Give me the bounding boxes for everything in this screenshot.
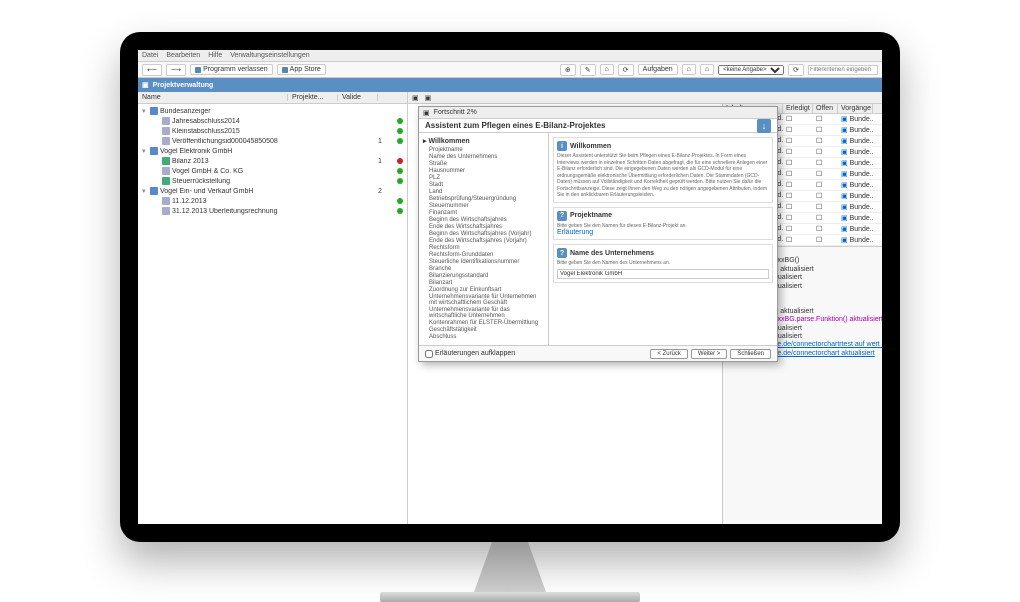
col-proc[interactable]: Vorgänge [838, 104, 873, 113]
col-valid[interactable]: Valide [338, 94, 378, 101]
cart-icon [282, 67, 288, 73]
refresh-icon[interactable]: ⟳ [788, 64, 804, 76]
tree-node[interactable]: 31.12.2013 Überleitungsrechnung [142, 206, 403, 216]
project-tree-panel: Name Projekte... Valide ▾BundesanzeigerJ… [138, 92, 408, 524]
download-icon: ↓ [757, 119, 771, 133]
main-toolbar: ⟵ ⟶ Programm verlassen App Store ⊕ ✎ ⌂ ⟳… [138, 62, 882, 78]
tree-node[interactable]: ▾Vogel Elektronik GmbH [142, 146, 403, 156]
nav-item[interactable]: Hausnummer [423, 168, 544, 175]
main-workspace: ▣ Fortschritt 2% Assistent zum Pflegen e… [408, 104, 722, 524]
nav-item[interactable]: Abschluss [423, 334, 544, 341]
wizard-dialog: ▣ Fortschritt 2% Assistent zum Pflegen e… [418, 106, 778, 362]
panel-title: ▣ [142, 81, 149, 89]
rtool-icon[interactable]: ▣ [425, 94, 432, 102]
nav-item[interactable]: Ende des Wirtschaftsjahres [423, 224, 544, 231]
explanation-link[interactable]: Erläuterung [557, 229, 769, 236]
toolbar-icon-3[interactable]: ⌂ [600, 64, 614, 75]
menubar: Datei Bearbeiten Hilfe Verwaltungseinste… [138, 50, 882, 62]
section-welcome: iWillkommen Dieser Assistent unterstützt… [553, 137, 773, 203]
appstore-button[interactable]: App Store [277, 64, 326, 75]
exit-button[interactable]: Programm verlassen [190, 64, 273, 75]
tree-node[interactable]: Bilanz 20131 [142, 156, 403, 166]
wizard-nav: ▸ Willkommen ProjektnameName des Unterne… [419, 133, 549, 345]
tasks-button[interactable]: Aufgaben [638, 64, 678, 75]
tree-node[interactable]: Jahresabschluss2014 [142, 116, 403, 126]
tree-node[interactable]: ▾Vogel Ein- und Verkauf GmbH2 [142, 186, 403, 196]
dialog-titlebar[interactable]: ▣ Fortschritt 2% [419, 107, 777, 119]
tree-header: Name Projekte... Valide [138, 92, 407, 104]
right-toolbar: ▣ ▣ [408, 92, 882, 104]
nav-item[interactable]: Bilanzierungsstandard [423, 273, 544, 280]
nav-item[interactable]: PLZ [423, 175, 544, 182]
home-icon-2[interactable]: ⌂ [700, 64, 714, 75]
nav-back-button[interactable]: ⟵ [142, 64, 162, 76]
tree-node[interactable]: Kleinstabschluss2015 [142, 126, 403, 136]
nav-item[interactable]: Steuerliche Identifikationsnummer [423, 259, 544, 266]
tree-node[interactable]: ▾Bundesanzeiger [142, 106, 403, 116]
nav-item[interactable]: Unternehmensvariante für Unternehmen mit… [423, 294, 544, 307]
nav-item[interactable]: Name des Unternehmens [423, 154, 544, 161]
welcome-text: Dieser Assistent unterstützt Sie beim Pf… [557, 153, 769, 199]
col-open[interactable]: Offen [813, 104, 838, 113]
app-window: Datei Bearbeiten Hilfe Verwaltungseinste… [138, 50, 882, 524]
nav-header: ▸ Willkommen [423, 137, 544, 145]
rtool-icon[interactable]: ▣ [412, 94, 419, 102]
section-companyname: ?Name des Unternehmens Bitte geben Sie d… [553, 244, 773, 283]
nav-item[interactable]: Beginn des Wirtschaftsjahres [423, 217, 544, 224]
col-projects[interactable]: Projekte... [288, 94, 338, 101]
nav-item[interactable]: Steuernummer [423, 203, 544, 210]
nav-item[interactable]: Land [423, 189, 544, 196]
back-button[interactable]: < Zurück [650, 349, 688, 359]
nav-item[interactable]: Rechtsform [423, 245, 544, 252]
nav-item[interactable]: Geschäftstätigkeit [423, 327, 544, 334]
dialog-icon: ▣ [423, 109, 430, 117]
dialog-subtitle: Assistent zum Pflegen eines E-Bilanz-Pro… [425, 121, 606, 130]
nav-item[interactable]: Finanzamt [423, 210, 544, 217]
expand-explanations-checkbox[interactable]: Erläuterungen aufklappen [425, 350, 515, 358]
project-tree[interactable]: ▾BundesanzeigerJahresabschluss2014Kleins… [138, 104, 407, 524]
next-button[interactable]: Weiter > [691, 349, 727, 359]
nav-item[interactable]: Stadt [423, 182, 544, 189]
help-icon: ? [557, 248, 567, 258]
section-projectname: ?Projektname Bitte geben Sie den Namen f… [553, 207, 773, 241]
nav-item[interactable]: Kontenrahmen für ELSTER-Übermittlung [423, 320, 544, 327]
menu-file[interactable]: Datei [142, 52, 158, 59]
close-button[interactable]: Schließen [730, 349, 771, 359]
nav-item[interactable]: Bilanzart [423, 280, 544, 287]
nav-item[interactable]: Ende des Wirtschaftsjahres (Vorjahr) [423, 238, 544, 245]
tree-node[interactable]: Veröffentlichungsid0000458505081 [142, 136, 403, 146]
help-icon: ? [557, 211, 567, 221]
toolbar-icon-4[interactable]: ⟳ [618, 64, 634, 76]
nav-item[interactable]: Betriebsprüfung/Steuergründung [423, 196, 544, 203]
nav-fwd-button[interactable]: ⟶ [166, 64, 186, 76]
col-name[interactable]: Name [138, 94, 288, 101]
nav-item[interactable]: Zuordnung zur Einkunftsart [423, 287, 544, 294]
nav-item[interactable]: Rechtsform-Grunddaten [423, 252, 544, 259]
tree-node[interactable]: 11.12.2013 [142, 196, 403, 206]
dialog-title: Fortschritt 2% [434, 109, 477, 116]
nav-item[interactable]: Unternehmensvariante für das wirtschaftl… [423, 307, 544, 320]
monitor-frame: Datei Bearbeiten Hilfe Verwaltungseinste… [120, 32, 900, 542]
tree-node[interactable]: Vogel GmbH & Co. KG [142, 166, 403, 176]
home-icon-1[interactable]: ⌂ [682, 64, 696, 75]
col-done[interactable]: Erledigt [783, 104, 813, 113]
filter-input[interactable] [808, 65, 878, 75]
company-name-input[interactable] [557, 269, 769, 279]
nav-item[interactable]: Branche [423, 266, 544, 273]
menu-edit[interactable]: Bearbeiten [166, 52, 200, 59]
menu-admin[interactable]: Verwaltungseinstellungen [230, 52, 309, 59]
panel-titlebar: ▣ Projektverwaltung [138, 78, 882, 92]
menu-help[interactable]: Hilfe [208, 52, 222, 59]
toolbar-icon-1[interactable]: ⊕ [560, 64, 576, 76]
toolbar-icon-2[interactable]: ✎ [580, 64, 596, 76]
tree-node[interactable]: Steuerrückstellung [142, 176, 403, 186]
nav-item[interactable]: Projektname [423, 147, 544, 154]
filter-dropdown[interactable]: <keine Angabe> [718, 65, 784, 75]
nav-item[interactable]: Beginn des Wirtschaftsjahres (Vorjahr) [423, 231, 544, 238]
info-icon: i [557, 141, 567, 151]
exit-icon [195, 67, 201, 73]
nav-item[interactable]: Straße [423, 161, 544, 168]
